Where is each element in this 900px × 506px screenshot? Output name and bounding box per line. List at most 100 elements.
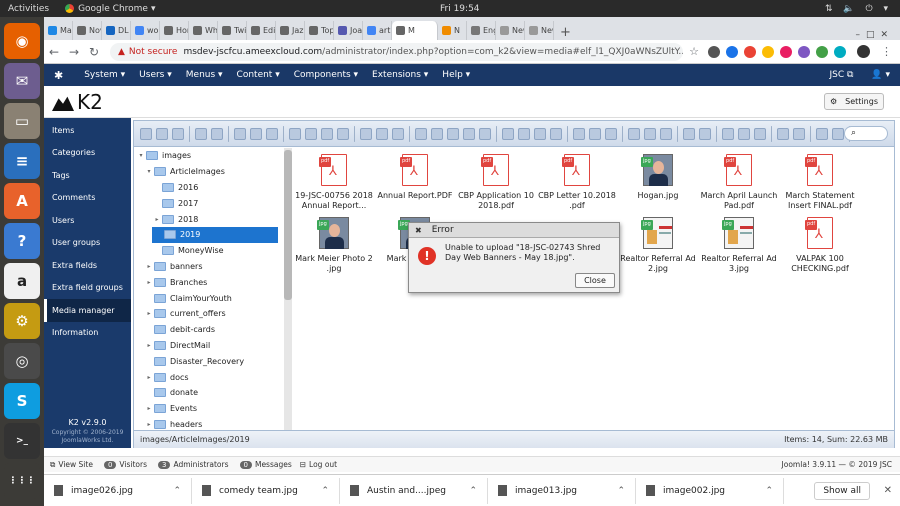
browser-tab[interactable]: Joa xyxy=(334,21,363,40)
tree-folder-docs[interactable]: ▸ docs xyxy=(134,369,284,385)
toolbar-action-icon[interactable] xyxy=(502,127,514,140)
clock[interactable]: Fri 19:54 xyxy=(440,4,480,14)
download-item[interactable]: image002.jpg ⌃ xyxy=(636,477,784,504)
browser-tab[interactable]: N xyxy=(438,21,467,40)
toolbar-action-icon[interactable] xyxy=(447,127,459,140)
mail-icon[interactable]: ✉ xyxy=(4,63,40,99)
toolbar-action-icon[interactable] xyxy=(628,127,640,140)
search-input[interactable]: ⌕ xyxy=(844,126,888,141)
tree-expand-icon[interactable]: ▸ xyxy=(144,405,154,412)
extension-icon[interactable] xyxy=(798,45,810,58)
close-downloads-icon[interactable]: ✕ xyxy=(884,485,892,496)
window-controls[interactable]: –□✕ xyxy=(855,30,900,40)
browser-tab[interactable]: Whe xyxy=(189,21,218,40)
toolbar-action-icon[interactable] xyxy=(321,127,333,140)
chevron-up-icon[interactable]: ⌃ xyxy=(765,486,773,496)
file-item[interactable]: pdf ⅄ CBP Letter 10.2018 .pdf xyxy=(535,154,619,210)
menu-components[interactable]: Components ▾ xyxy=(287,70,365,80)
tree-expand-icon[interactable]: ▸ xyxy=(144,421,154,428)
tree-folder-images[interactable]: ▾ images xyxy=(134,148,284,164)
menu-extensions[interactable]: Extensions ▾ xyxy=(365,70,435,80)
dialog-close-icon[interactable]: ✖ xyxy=(415,226,422,235)
toolbar-action-icon[interactable] xyxy=(172,127,184,140)
menu-system[interactable]: System ▾ xyxy=(77,70,132,80)
browser-tab[interactable]: Jaz xyxy=(276,21,305,40)
browser-tab[interactable]: Twi xyxy=(218,21,247,40)
visitors-label[interactable]: Visitors xyxy=(119,460,147,469)
show-all-button[interactable]: Show all xyxy=(814,481,870,500)
tree-folder-donate[interactable]: donate xyxy=(134,385,284,401)
toolbar-action-icon[interactable] xyxy=(573,127,585,140)
messages-label[interactable]: Messages xyxy=(255,460,292,469)
settings-button[interactable]: ⚙ Settings xyxy=(824,93,884,110)
sidebar-item-media-manager[interactable]: Media manager xyxy=(44,299,131,322)
apps-icon[interactable]: ⋮⋮⋮ xyxy=(4,463,40,499)
tree-folder-2018[interactable]: ▸ 2018 xyxy=(134,211,284,227)
download-item[interactable]: comedy team.jpg ⌃ xyxy=(192,477,340,504)
chevron-up-icon[interactable]: ⌃ xyxy=(173,486,181,496)
toolbar-action-icon[interactable] xyxy=(266,127,278,140)
file-item[interactable]: jpg Mark Meier Photo 2 .jpg xyxy=(292,217,376,273)
tree-expand-icon[interactable]: ▸ xyxy=(144,310,154,317)
tree-folder-2019[interactable]: 2019 xyxy=(152,226,278,243)
profile-avatar[interactable] xyxy=(857,45,870,58)
sidebar-item-items[interactable]: Items xyxy=(44,119,131,142)
sidebar-item-information[interactable]: Information xyxy=(44,322,131,345)
software-icon[interactable]: A xyxy=(4,183,40,219)
toolbar-action-icon[interactable] xyxy=(550,127,562,140)
menu-menus[interactable]: Menus ▾ xyxy=(179,70,230,80)
sidebar-item-categories[interactable]: Categories xyxy=(44,142,131,165)
file-item[interactable]: pdf ⅄ March April Launch Pad.pdf xyxy=(697,154,781,210)
toolbar-action-icon[interactable] xyxy=(534,127,546,140)
toolbar-action-icon[interactable] xyxy=(605,127,617,140)
amazon-icon[interactable]: a xyxy=(4,263,40,299)
chevron-up-icon[interactable]: ⌃ xyxy=(469,486,477,496)
browser-tab[interactable]: wor xyxy=(131,21,160,40)
menu-users[interactable]: Users ▾ xyxy=(132,70,179,80)
new-tab-icon[interactable]: + xyxy=(554,25,577,40)
extension-icon[interactable] xyxy=(726,45,738,58)
toolbar-action-icon[interactable] xyxy=(777,127,789,140)
tree-folder-headers[interactable]: ▸ headers xyxy=(134,417,284,430)
tree-expand-icon[interactable]: ▸ xyxy=(144,374,154,381)
toolbar-action-icon[interactable] xyxy=(660,127,672,140)
tree-folder-branches[interactable]: ▸ Branches xyxy=(134,274,284,290)
dialog-titlebar[interactable]: ✖ Error xyxy=(409,223,619,238)
tree-folder-2016[interactable]: 2016 xyxy=(134,180,284,196)
toolbar-action-icon[interactable] xyxy=(479,127,491,140)
browser-tab[interactable]: Top xyxy=(305,21,334,40)
toolbar-action-icon[interactable] xyxy=(211,127,223,140)
browser-tab[interactable]: arti xyxy=(363,21,392,40)
browser-tab[interactable]: Eng xyxy=(467,21,496,40)
back-icon[interactable]: ← xyxy=(44,45,64,59)
writer-icon[interactable]: ≡ xyxy=(4,143,40,179)
bookmark-star-icon[interactable]: ☆ xyxy=(689,45,699,58)
file-item[interactable]: jpg Realtor Referral Ad 3.jpg xyxy=(697,217,781,273)
extension-icon[interactable] xyxy=(762,45,774,58)
terminal-icon[interactable]: >_ xyxy=(4,423,40,459)
tree-folder-disaster-recovery[interactable]: Disaster_Recovery xyxy=(134,353,284,369)
view-site-link[interactable]: View Site xyxy=(58,460,93,469)
app-menu[interactable]: Google Chrome xyxy=(74,4,148,14)
tree-expand-icon[interactable]: ▾ xyxy=(136,152,146,159)
settings-icon[interactable]: ⚙ xyxy=(4,303,40,339)
forward-icon[interactable]: → xyxy=(64,45,84,59)
activities-button[interactable]: Activities xyxy=(0,4,57,14)
sidebar-item-user-groups[interactable]: User groups xyxy=(44,232,131,255)
tree-scrollbar-thumb[interactable] xyxy=(284,150,292,300)
browser-tab[interactable]: Mai xyxy=(44,21,73,40)
toolbar-action-icon[interactable] xyxy=(195,127,207,140)
dialog-close-button[interactable]: Close xyxy=(575,273,615,288)
browser-tab[interactable]: DL xyxy=(102,21,131,40)
toolbar-action-icon[interactable] xyxy=(589,127,601,140)
toolbar-action-icon[interactable] xyxy=(644,127,656,140)
toolbar-action-icon[interactable] xyxy=(754,127,766,140)
menu-content[interactable]: Content ▾ xyxy=(230,70,287,80)
toolbar-action-icon[interactable] xyxy=(289,127,301,140)
extension-icon[interactable] xyxy=(816,45,828,58)
toolbar-action-icon[interactable] xyxy=(376,127,388,140)
logout-link[interactable]: Log out xyxy=(309,460,337,469)
file-item[interactable]: jpg Hogan.jpg xyxy=(616,154,700,201)
chrome-icon[interactable]: ◎ xyxy=(4,343,40,379)
sidebar-item-users[interactable]: Users xyxy=(44,209,131,232)
